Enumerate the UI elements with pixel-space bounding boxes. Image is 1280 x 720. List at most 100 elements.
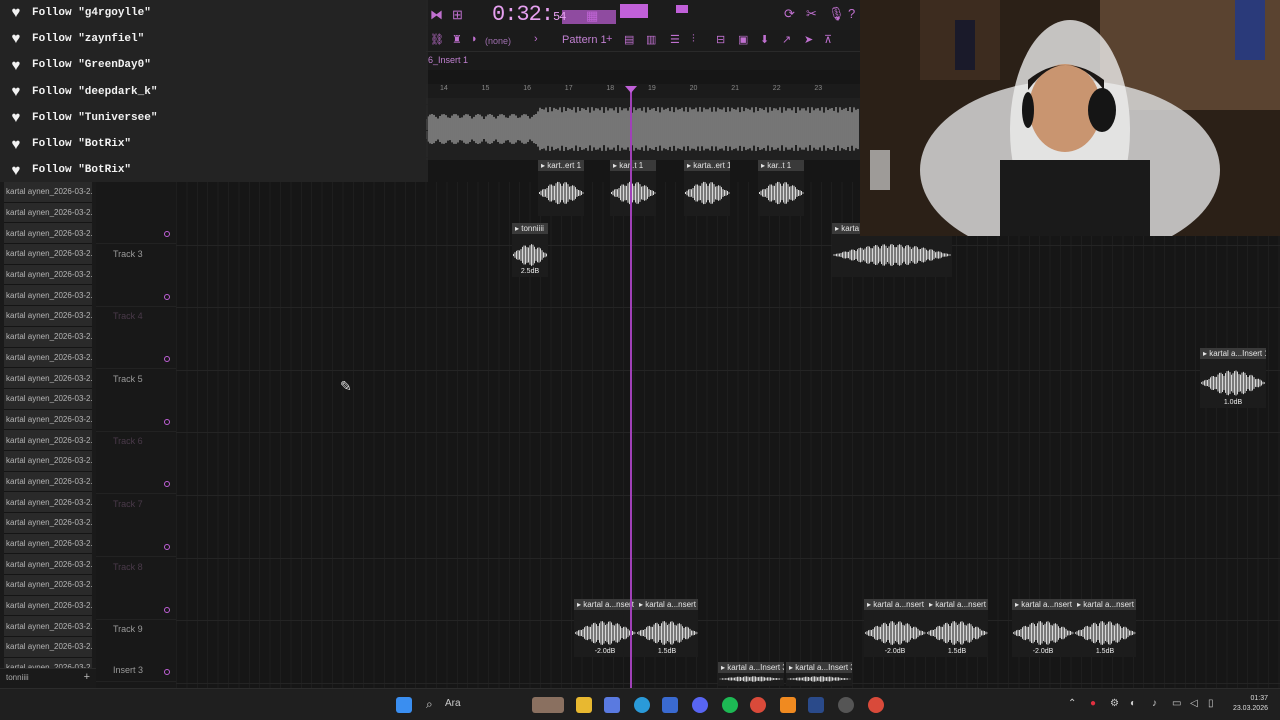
audio-clip[interactable]: ▸ kar..t 1	[610, 160, 656, 216]
audio-clip[interactable]: ▸ kartal a...nsert 3 -2.0dB	[1012, 599, 1074, 657]
audio-clip[interactable]: ▸ kart..ert 1	[538, 160, 584, 216]
track-header[interactable]: Track 8	[96, 558, 176, 620]
clip-title[interactable]: ▸ tonniiii	[512, 223, 548, 234]
metronome-icon[interactable]: ⊞	[452, 7, 463, 23]
clip-title[interactable]: ▸ kartal a...nsert 3	[926, 599, 988, 610]
clip-title[interactable]: ▸ karta..ert 1	[684, 160, 730, 171]
track-mute-indicator[interactable]	[164, 418, 170, 425]
browser-file-item[interactable]: kartal aynen_2026-03-2...	[4, 430, 92, 451]
playhead[interactable]	[630, 86, 632, 688]
arrow-right-icon[interactable]: ›	[534, 33, 538, 45]
browser-file-item[interactable]: kartal aynen_2026-03-2...	[4, 637, 92, 658]
clip-title[interactable]: ▸ kar..t 1	[610, 160, 656, 171]
cart-icon[interactable]: ⊼	[824, 33, 832, 46]
track-header[interactable]	[96, 182, 176, 244]
tray-battery-icon[interactable]: ▯	[1208, 698, 1214, 709]
tray-chevron-icon[interactable]: ⌃	[1068, 698, 1076, 709]
mic-icon[interactable]: 🎙	[828, 6, 845, 22]
browser-file-item[interactable]: kartal aynen_2026-03-2...	[4, 244, 92, 265]
audio-clip[interactable]: ▸ kar..t 1	[758, 160, 804, 216]
timeline-ruler[interactable]: 14 15 16 17 18 19 20 21 22 23	[426, 84, 860, 98]
chrome-2-icon[interactable]	[868, 697, 884, 713]
browser-file-item[interactable]: kartal aynen_2026-03-2...	[4, 306, 92, 327]
clip-title[interactable]: ▸ kartal a...Insert 3	[718, 662, 784, 673]
clip-title[interactable]: ▸ kartal a...nsert 3	[1074, 599, 1136, 610]
steam-icon[interactable]	[808, 697, 824, 713]
track-mute-indicator[interactable]	[164, 481, 170, 488]
audio-clip[interactable]: ▸ kartal a...nsert 3 -2.0dB	[574, 599, 636, 657]
chrome-icon[interactable]	[750, 697, 766, 713]
obs-icon[interactable]	[838, 697, 854, 713]
browser-file-item[interactable]: kartal aynen_2026-03-2...	[4, 347, 92, 369]
tempo-icon[interactable]: ↗	[782, 33, 791, 46]
browser-file-item[interactable]: kartal aynen_2026-03-2...	[4, 492, 92, 513]
playlist-icon[interactable]: ▤	[624, 33, 634, 46]
track-name[interactable]: Track 3	[113, 249, 143, 259]
clip-title[interactable]: ▸ kartal a...nsert 3	[636, 599, 698, 610]
browser-file-item[interactable]: kartal aynen_2026-03-2...	[4, 285, 92, 307]
audio-clip[interactable]: ▸ kartal a...Insert 3	[718, 662, 784, 686]
track-mute-indicator[interactable]	[164, 356, 170, 363]
track-mute-indicator[interactable]	[164, 544, 170, 550]
channel-icon[interactable]: ◗	[471, 33, 478, 45]
tray-mic-icon[interactable]: ♪	[1152, 698, 1157, 709]
system-clock[interactable]: 01:37 23.03.2026	[1233, 694, 1268, 714]
browser-file-item[interactable]: kartal aynen_2026-03-2...	[4, 182, 92, 203]
browser-file-item[interactable]: kartal aynen_2026-03-2...	[4, 450, 92, 472]
clip-title[interactable]: ▸ kart..ert 1	[538, 160, 584, 171]
store-icon[interactable]	[662, 697, 678, 713]
copilot-icon[interactable]	[604, 697, 620, 713]
track-name[interactable]: Track 6	[113, 436, 143, 446]
spotify-icon[interactable]	[722, 697, 738, 713]
track-header[interactable]: Track 3	[96, 245, 176, 307]
plugin-icon[interactable]: ♜	[452, 33, 462, 46]
clip-title[interactable]: ▸ kartal a...Insert 3	[786, 662, 852, 673]
browser-file-item[interactable]: kartal aynen_2026-03-2...	[4, 368, 92, 389]
clip-title[interactable]: ▸ kartal a...nsert 3	[1012, 599, 1074, 610]
track-header[interactable]: Track 7	[96, 495, 176, 557]
track-mute-indicator[interactable]	[164, 293, 170, 300]
clip-title[interactable]: ▸ kar..t 1	[758, 160, 804, 171]
add-icon[interactable]: +	[84, 671, 90, 683]
browser-file-item[interactable]: kartal aynen_2026-03-2...	[4, 264, 92, 286]
link-icon[interactable]: ⛓	[430, 33, 444, 46]
audio-clip[interactable]: ▸ kartal a...nsert 3 -2.0dB	[864, 599, 926, 657]
tray-network-icon[interactable]: ▭	[1172, 698, 1181, 709]
browser-file-item[interactable]: kartal aynen_2026-03-2...	[4, 326, 92, 348]
track-name[interactable]: Track 7	[113, 499, 143, 509]
discord-icon[interactable]	[692, 697, 708, 713]
plugin-db-icon[interactable]: ⬇	[760, 33, 769, 46]
stamp-icon[interactable]: ➤	[804, 33, 813, 46]
clip-title[interactable]: ▸ kartal a...Insert 1	[1200, 348, 1266, 359]
track-header[interactable]: Track 5	[96, 370, 176, 432]
search-box[interactable]: Ara	[445, 698, 461, 709]
clip-title[interactable]: ▸ kartal a...nsert 3	[864, 599, 926, 610]
browser-file-item[interactable]: kartal aynen_2026-03-2...	[4, 202, 92, 224]
audio-clip[interactable]: ▸ kartal a...nsert 3 1.5dB	[636, 599, 698, 657]
track-mute-indicator[interactable]	[164, 606, 170, 613]
browser-file-item[interactable]: kartal aynen_2026-03-2...	[4, 388, 92, 410]
add-pattern-icon[interactable]: +	[606, 33, 612, 45]
channel-rack-icon[interactable]: ☰	[670, 33, 680, 46]
file-explorer-icon[interactable]	[576, 697, 592, 713]
tray-record-icon[interactable]: ●	[1090, 698, 1096, 709]
track-mute-indicator[interactable]	[164, 669, 170, 676]
search-icon[interactable]: ⌕	[426, 697, 442, 713]
help-icon[interactable]: ?	[848, 6, 855, 21]
preset-selector[interactable]: (none)	[485, 36, 511, 46]
edge-icon[interactable]	[634, 697, 650, 713]
fl-studio-icon[interactable]	[780, 697, 796, 713]
browser-file-item[interactable]: kartal aynen_2026-03-2...	[4, 471, 92, 493]
snap-icon[interactable]: ⧓	[430, 7, 443, 23]
audio-clip[interactable]: ▸ kartal a...nsert 3 1.5dB	[926, 599, 988, 657]
mixer-icon[interactable]: ⫶	[692, 33, 695, 46]
online-icon[interactable]: ⟳	[784, 6, 795, 22]
track-header[interactable]: Track 6	[96, 432, 176, 495]
browser-file-item[interactable]: kartal aynen_2026-03-2...	[4, 513, 92, 534]
tray-volume-icon[interactable]: ◁	[1190, 698, 1198, 709]
track-name[interactable]: Track 8	[113, 562, 143, 572]
song-time-display[interactable]: 0:32:54	[492, 2, 566, 27]
browser-file-item[interactable]: kartal aynen_2026-03-2...	[4, 575, 92, 596]
piano-roll-icon[interactable]: ▥	[646, 33, 656, 46]
browser-file-item[interactable]: kartal aynen_2026-03-2...	[4, 223, 92, 245]
